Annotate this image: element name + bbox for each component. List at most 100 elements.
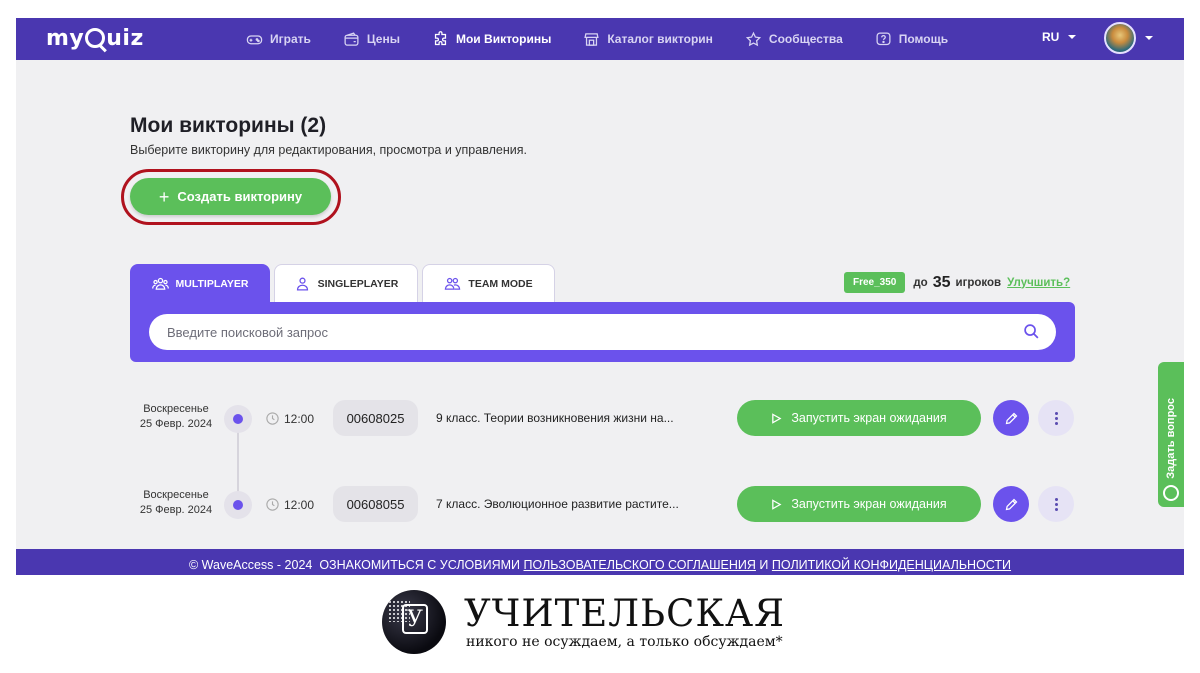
more-vertical-icon — [1054, 497, 1058, 512]
upgrade-link[interactable]: Улучшить? — [1007, 277, 1070, 289]
search-icon[interactable] — [1023, 323, 1040, 340]
plan-suffix: игроков — [955, 276, 1002, 289]
quiz-title[interactable]: 9 класс. Теории возникновения жизни на..… — [436, 411, 674, 425]
tab-team-mode[interactable]: TEAM MODE — [422, 264, 555, 302]
language-selector[interactable]: RU — [1042, 30, 1077, 44]
mode-tabs: MULTIPLAYER SINGLEPLAYER TEAM MODE — [130, 264, 559, 302]
pencil-icon — [1005, 412, 1017, 424]
puzzle-icon — [434, 30, 447, 45]
nav-item-prices[interactable]: Цены — [343, 31, 400, 48]
footer-copyright: © WaveAccess - 2024 — [188, 557, 313, 572]
quiz-time: 12:00 — [265, 411, 314, 426]
logo-q-mark — [85, 28, 106, 48]
ask-question-label: Задать вопрос — [1165, 398, 1177, 479]
quiz-row: Воскресенье 25 Февр. 2024 12:00 00608025… — [130, 398, 1075, 438]
plan-info: Free_350 до 35 игроков Улучшить? — [844, 272, 1070, 293]
gamepad-icon — [246, 34, 263, 44]
play-icon — [772, 412, 782, 424]
play-icon — [772, 498, 782, 510]
quiz-code[interactable]: 00608055 — [333, 486, 418, 522]
quiz-time: 12:00 — [265, 497, 314, 512]
nav-label: Сообщества — [768, 32, 843, 46]
tab-label: SINGLEPLAYER — [317, 277, 399, 290]
tab-label: TEAM MODE — [468, 277, 533, 290]
quiz-time-value: 12:00 — [284, 497, 315, 512]
more-options-button[interactable] — [1038, 486, 1074, 522]
page-title: Мои викторины (2) — [130, 114, 327, 137]
nav-label: Мои Викторины — [455, 32, 552, 46]
quiz-row: Воскресенье 25 Февр. 2024 12:00 00608055… — [130, 484, 1075, 524]
plus-icon: + — [158, 186, 170, 207]
watermark-text: УЧИТЕЛЬСКАЯ никого не осуждаем, а только… — [464, 591, 785, 650]
quiz-title[interactable]: 7 класс. Эволюционное развитие растите..… — [436, 497, 679, 511]
plan-badge: Free_350 — [844, 272, 906, 293]
user-menu[interactable] — [1104, 22, 1153, 54]
clock-icon — [266, 412, 279, 425]
chevron-down-icon — [1068, 35, 1077, 39]
footer: © WaveAccess - 2024 ОЗНАКОМИТЬСЯ С УСЛОВ… — [16, 549, 1184, 575]
tab-singleplayer[interactable]: SINGLEPLAYER — [274, 264, 418, 302]
create-quiz-button[interactable]: + Создать викторину — [130, 178, 331, 215]
quiz-date: Воскресенье 25 Февр. 2024 — [130, 402, 222, 432]
launch-label: Запустить экран ожидания — [791, 497, 947, 511]
nav-menu: Играть Цены Мои Викторины Каталог виктор… — [246, 18, 980, 60]
quiz-time-value: 12:00 — [284, 411, 315, 426]
terms-link[interactable]: ПОЛЬЗОВАТЕЛЬСКОГО СОГЛАШЕНИЯ — [524, 558, 756, 572]
nav-label: Цены — [366, 32, 400, 46]
team-icon — [445, 277, 461, 290]
avatar[interactable] — [1104, 22, 1136, 54]
watermark: У УЧИТЕЛЬСКАЯ никого не осуждаем, а толь… — [382, 590, 785, 654]
launch-label: Запустить экран ожидания — [791, 411, 947, 425]
myquiz-logo[interactable]: my uiz — [46, 25, 144, 51]
app-frame: my uiz Играть Цены Мои Викторины Каталог … — [16, 18, 1184, 575]
pencil-icon — [1005, 498, 1017, 510]
nav-item-catalog[interactable]: Каталог викторин — [583, 31, 713, 48]
logo-text-left: my — [46, 26, 85, 51]
star-icon — [745, 31, 762, 46]
launch-waiting-screen-button[interactable]: Запустить экран ожидания — [737, 486, 981, 522]
watermark-subtitle: никого не осуждаем, а только обсуждаем* — [466, 633, 783, 650]
watermark-title: УЧИТЕЛЬСКАЯ — [464, 591, 785, 635]
privacy-link[interactable]: ПОЛИТИКОЙ КОНФИДЕНЦИАЛЬНОСТИ — [772, 558, 1011, 572]
quiz-date-value: 25 Февр. 2024 — [139, 418, 213, 430]
help-icon — [876, 31, 891, 45]
nav-label: Каталог викторин — [607, 32, 713, 46]
search-input[interactable]: Введите поисковой запрос — [149, 314, 1056, 350]
edit-quiz-button[interactable] — [993, 486, 1029, 522]
store-icon — [584, 32, 599, 46]
ask-question-tab[interactable]: Задать вопрос — [1158, 362, 1184, 507]
launch-waiting-screen-button[interactable]: Запустить экран ожидания — [737, 400, 981, 436]
quiz-day: Воскресенье — [143, 403, 209, 415]
edit-quiz-button[interactable] — [993, 400, 1029, 436]
clock-icon — [266, 498, 279, 511]
timeline-dot — [224, 491, 252, 519]
footer-prefix: ОЗНАКОМИТЬСЯ С УСЛОВИЯМИ — [319, 557, 521, 572]
quiz-date: Воскресенье 25 Февр. 2024 — [130, 488, 222, 518]
wallet-icon — [344, 31, 359, 46]
search-placeholder: Введите поисковой запрос — [167, 324, 329, 340]
footer-and: И — [759, 557, 769, 572]
quiz-date-value: 25 Февр. 2024 — [139, 504, 213, 516]
watermark-logo: У — [382, 590, 446, 654]
page-subtitle: Выберите викторину для редактирования, п… — [130, 143, 527, 157]
user-icon — [296, 277, 308, 291]
chevron-down-icon — [1145, 36, 1153, 40]
search-panel: Введите поисковой запрос — [130, 302, 1075, 362]
logo-text-right: uiz — [106, 26, 144, 51]
nav-label: Играть — [270, 32, 311, 46]
nav-item-help[interactable]: Помощь — [875, 31, 948, 48]
tab-multiplayer[interactable]: MULTIPLAYER — [130, 264, 270, 302]
nav-item-communities[interactable]: Сообщества — [745, 31, 843, 48]
quiz-code[interactable]: 00608025 — [333, 400, 418, 436]
tab-label: MULTIPLAYER — [175, 277, 249, 290]
question-icon — [1163, 485, 1179, 501]
create-quiz-label: Создать викторину — [177, 189, 303, 204]
users-icon — [151, 277, 169, 290]
top-navbar: my uiz Играть Цены Мои Викторины Каталог … — [16, 18, 1184, 60]
plan-prefix: до — [913, 276, 928, 289]
more-options-button[interactable] — [1038, 400, 1074, 436]
quiz-day: Воскресенье — [143, 489, 209, 501]
nav-item-play[interactable]: Играть — [246, 31, 311, 48]
nav-item-my-quizzes[interactable]: Мои Викторины — [432, 30, 552, 48]
plan-players-count: 35 — [932, 273, 951, 291]
